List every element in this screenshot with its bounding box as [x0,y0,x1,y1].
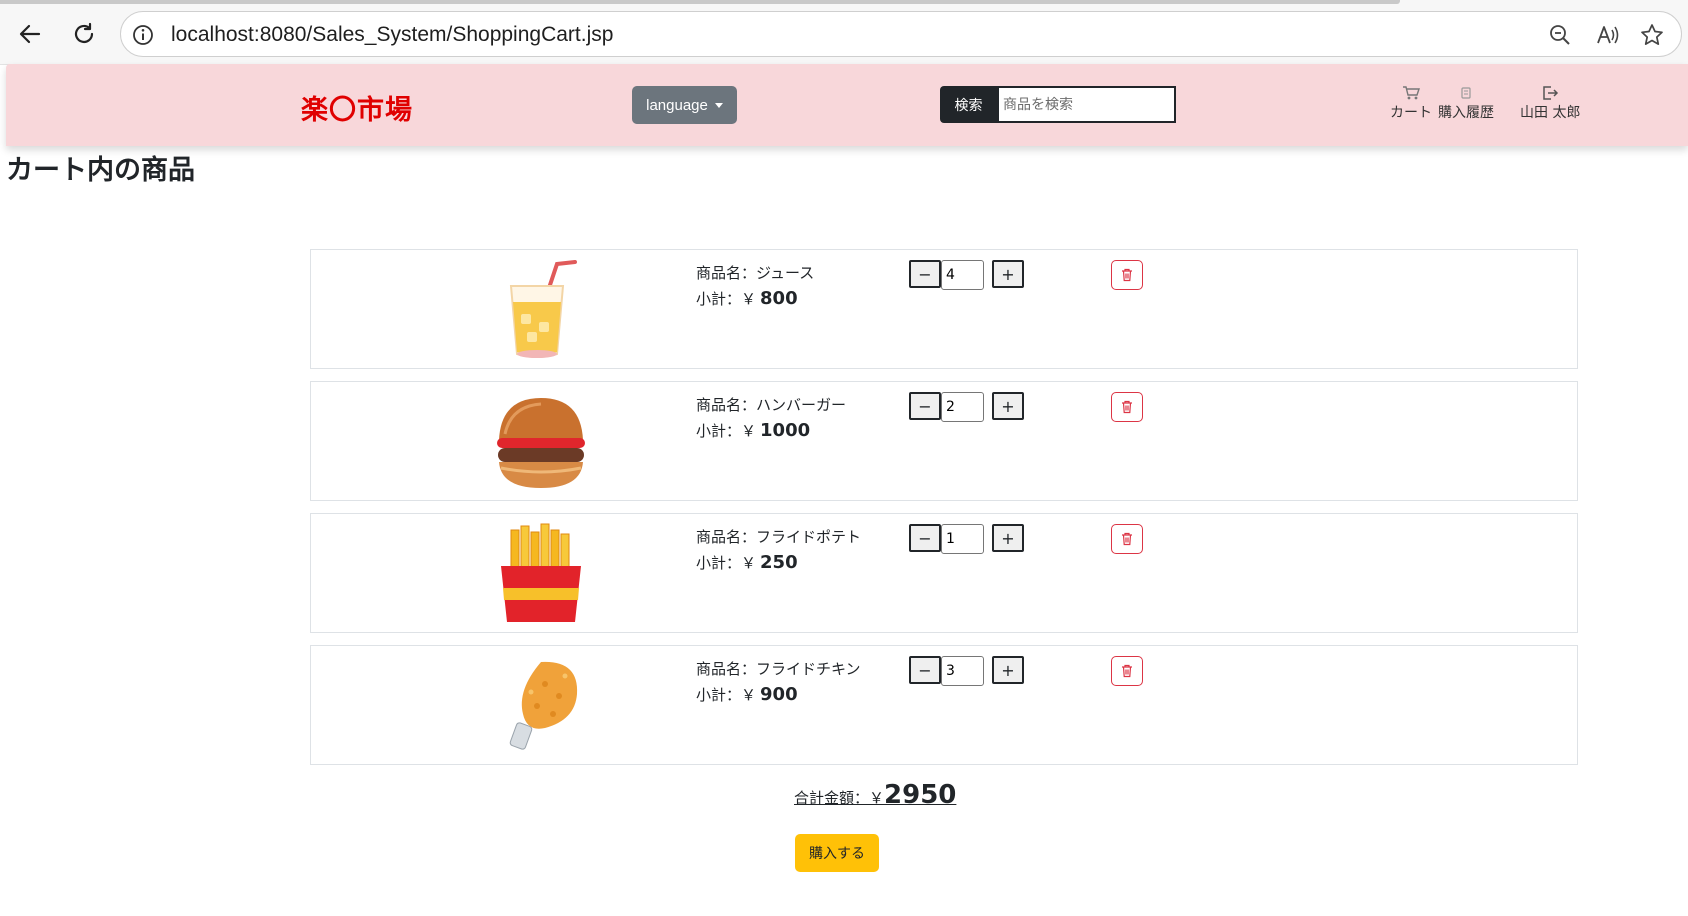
subtotal-amount: 900 [760,684,798,705]
user-name: 山田 太郎 [1520,105,1581,121]
decrease-quantity-button[interactable]: − [909,260,941,288]
read-aloud-icon[interactable] [1595,22,1621,48]
subtotal-label: 小計：￥ [696,422,757,440]
decrease-quantity-button[interactable]: − [909,656,941,684]
nav-history[interactable]: 購入履歴 [1438,84,1494,122]
address-bar[interactable]: localhost:8080/Sales_System/ShoppingCart… [120,11,1682,57]
quantity-input[interactable] [941,392,984,422]
subtotal-amount: 1000 [760,420,811,441]
nav-user[interactable]: 山田 太郎 [1520,84,1580,122]
trash-icon [1122,664,1132,678]
cart-item: 商品名：フライドチキン 小計：￥900 − + [310,645,1578,765]
subtotal-label: 小計：￥ [696,554,757,572]
quantity-input[interactable] [941,524,984,554]
total-label: 合計金額：￥ [794,789,885,807]
browser-toolbar: localhost:8080/Sales_System/ShoppingCart… [0,0,1688,65]
subtotal-label: 小計：￥ [696,686,757,704]
nav-history-label: 購入履歴 [1438,105,1494,121]
search-input[interactable] [997,86,1176,123]
subtotal-amount: 800 [760,288,798,309]
subtotal: 小計：￥ 1000 [696,420,810,441]
subtotal: 小計：￥ 800 [696,288,798,309]
delete-item-button[interactable] [1111,656,1143,686]
language-label: language [646,96,708,114]
cart-icon [1402,84,1420,102]
language-dropdown-button[interactable]: language [632,86,737,124]
increase-quantity-button[interactable]: + [992,656,1024,684]
cart-item: 商品名：フライドポテト 小計：￥250 − + [310,513,1578,633]
reload-icon [74,22,94,43]
search-button[interactable]: 検索 [940,86,997,123]
decrease-quantity-button[interactable]: − [909,524,941,552]
trash-icon [1122,400,1132,414]
cart-total: 合計金額：￥2950 [794,780,956,810]
french-fries-image [501,523,581,622]
nav-cart-label: カート [1390,105,1432,121]
zoom-icon[interactable] [1547,22,1573,48]
juice-image [509,260,577,358]
product-name: 商品名：フライドポテト [696,528,862,546]
logout-icon [1541,84,1559,102]
decrease-quantity-button[interactable]: − [909,392,941,420]
caret-down-icon [714,102,723,108]
site-header: 楽〇市場 language 検索 カート 購入履歴 山田 太郎 [6,64,1688,146]
back-button[interactable] [12,16,48,52]
cart-item: 商品名：ジュース 小計：￥800 − + [310,249,1578,369]
favorite-star-icon[interactable] [1639,22,1665,48]
subtotal: 小計：￥ 250 [696,552,798,573]
increase-quantity-button[interactable]: + [992,392,1024,420]
increase-quantity-button[interactable]: + [992,524,1024,552]
site-info-icon[interactable] [131,23,155,51]
page-title: カート内の商品 [6,155,195,186]
trash-icon [1122,532,1132,546]
site-logo[interactable]: 楽〇市場 [301,88,413,127]
tab-strip [0,0,1400,4]
hamburger-image [497,398,585,488]
nav-cart[interactable]: カート [1390,84,1432,122]
delete-item-button[interactable] [1111,260,1143,290]
increase-quantity-button[interactable]: + [992,260,1024,288]
fried-chicken-image [509,661,578,750]
delete-item-button[interactable] [1111,392,1143,422]
receipt-icon [1460,84,1472,102]
delete-item-button[interactable] [1111,524,1143,554]
product-name: 商品名：ハンバーガー [696,396,847,414]
product-name: 商品名：フライドチキン [696,660,861,678]
subtotal-label: 小計：￥ [696,290,757,308]
total-amount: 2950 [884,780,957,810]
subtotal: 小計：￥ 900 [696,684,798,705]
trash-icon [1122,268,1132,282]
cart-item: 商品名：ハンバーガー 小計：￥1000 − + [310,381,1578,501]
quantity-input[interactable] [941,260,984,290]
purchase-button[interactable]: 購入する [795,834,879,872]
reload-button[interactable] [66,16,102,52]
subtotal-amount: 250 [760,552,798,573]
back-arrow-icon [19,24,41,44]
url-text[interactable]: localhost:8080/Sales_System/ShoppingCart… [171,23,613,47]
product-name: 商品名：ジュース [696,264,815,282]
quantity-input[interactable] [941,656,984,686]
